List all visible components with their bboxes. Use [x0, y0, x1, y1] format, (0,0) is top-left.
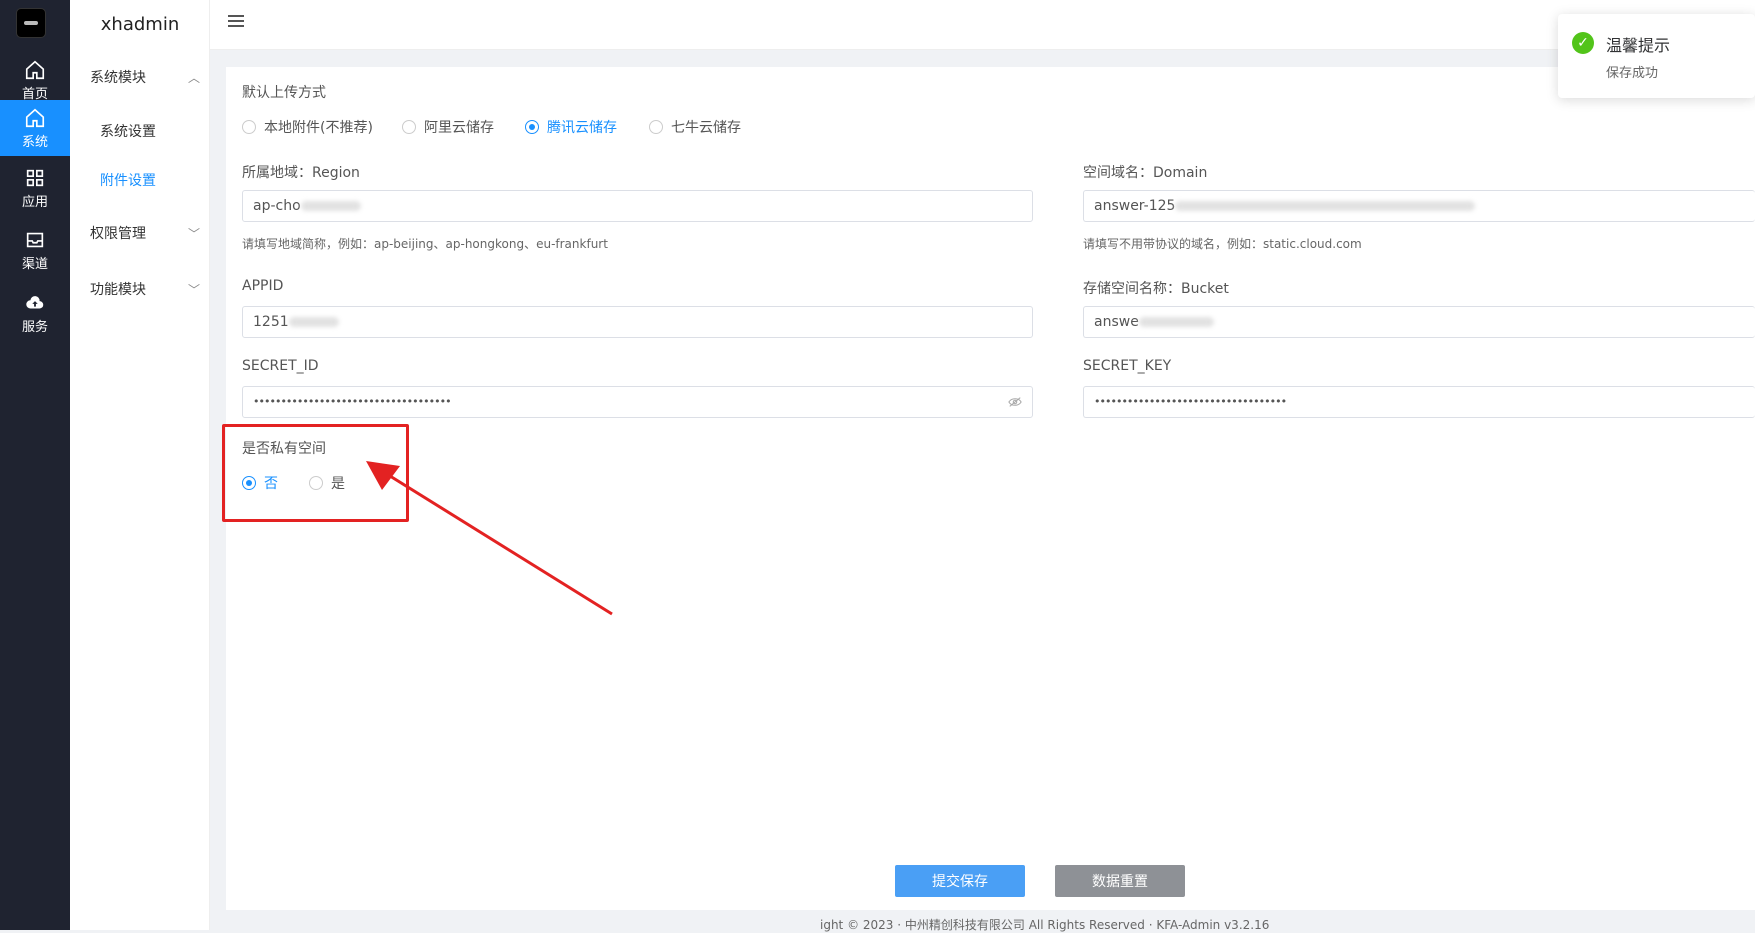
sidebar: xhadmin 系统模块 ︿ 系统设置 附件设置 权限管理 ﹀ 功能模块 ﹀ — [70, 0, 210, 930]
menu-toggle-icon[interactable] — [228, 15, 244, 29]
domain-input[interactable]: answer-125 — [1083, 190, 1755, 222]
eye-off-icon[interactable] — [1008, 396, 1022, 408]
appid-label: APPID — [242, 278, 284, 294]
app-logo — [16, 8, 46, 38]
radio-upload-tencent[interactable]: 腾讯云储存 — [525, 117, 617, 137]
bucket-label: 存储空间名称：Bucket — [1083, 281, 1229, 297]
cloud-upload-icon — [26, 295, 44, 308]
region-label: 所属地域：Region — [242, 165, 360, 181]
domain-label: 空间域名：Domain — [1083, 165, 1208, 181]
chevron-up-icon: ︿ — [187, 70, 200, 85]
submit-save-button[interactable]: 提交保存 — [895, 865, 1025, 897]
grid-icon — [26, 169, 44, 186]
radio-upload-qiniu[interactable]: 七牛云储存 — [649, 117, 741, 137]
secret-key-input[interactable]: ••••••••••••••••••••••••••••••••••• — [1083, 386, 1755, 418]
toast-message: 保存成功 — [1606, 66, 1659, 81]
upload-method-label: 默认上传方式 — [242, 85, 326, 101]
home-icon — [25, 108, 45, 127]
sidebar-group-features[interactable]: 功能模块 ﹀ — [90, 279, 200, 299]
rail-item-system[interactable]: 系统 — [0, 100, 70, 156]
appid-input[interactable]: 1251 — [242, 306, 1033, 338]
secret-key-label: SECRET_KEY — [1083, 358, 1172, 374]
sidebar-group-label: 系统模块 — [90, 70, 146, 86]
sidebar-group-permissions[interactable]: 权限管理 ﹀ — [90, 223, 200, 243]
chevron-down-icon: ﹀ — [187, 282, 200, 297]
radio-upload-aliyun[interactable]: 阿里云储存 — [402, 117, 494, 137]
inbox-icon — [26, 232, 44, 247]
toast-title: 温馨提示 — [1606, 36, 1671, 55]
radio-upload-local[interactable]: 本地附件(不推荐) — [242, 117, 373, 137]
bucket-input[interactable]: answe — [1083, 306, 1755, 338]
sidebar-title: xhadmin — [100, 14, 180, 35]
rail-item-label: 渠道 — [21, 256, 48, 272]
secret-id-input[interactable]: •••••••••••••••••••••••••••••••••••• — [242, 386, 1033, 418]
annotation-arrow — [366, 461, 613, 616]
rail-item-label: 系统 — [21, 134, 48, 150]
footer-copyright: ight © 2023 · 中州精创科技有限公司 All Rights Rese… — [820, 918, 1270, 932]
sidebar-group-label: 权限管理 — [90, 226, 146, 242]
sidebar-item-system-settings[interactable]: 系统设置 — [100, 121, 156, 141]
top-bar — [210, 0, 1755, 50]
rail-item-channels[interactable]: 渠道 — [0, 222, 70, 278]
chevron-down-icon: ﹀ — [187, 226, 200, 241]
rail-item-label: 首页 — [21, 86, 48, 102]
region-input[interactable]: ap-cho — [242, 190, 1033, 222]
rail-item-services[interactable]: 服务 — [0, 285, 70, 341]
success-toast: ✓ 温馨提示 保存成功 — [1558, 14, 1755, 98]
sidebar-group-label: 功能模块 — [90, 282, 146, 298]
domain-hint: 请填写不用带协议的域名，例如：static.cloud.com — [1083, 237, 1362, 251]
secret-id-label: SECRET_ID — [242, 358, 319, 374]
home-icon — [25, 60, 45, 79]
rail-item-label: 应用 — [21, 194, 48, 210]
sidebar-item-attachment-settings[interactable]: 附件设置 — [100, 170, 156, 190]
check-circle-icon: ✓ — [1572, 32, 1594, 54]
reset-data-button[interactable]: 数据重置 — [1055, 865, 1185, 897]
rail-item-apps[interactable]: 应用 — [0, 160, 70, 216]
region-hint: 请填写地域简称，例如：ap-beijing、ap-hongkong、eu-fra… — [242, 237, 608, 251]
sidebar-group-system-modules[interactable]: 系统模块 ︿ — [90, 67, 200, 87]
rail-item-label: 服务 — [21, 319, 48, 335]
icon-rail: 首页 系统 应用 渠道 服务 — [0, 0, 70, 930]
